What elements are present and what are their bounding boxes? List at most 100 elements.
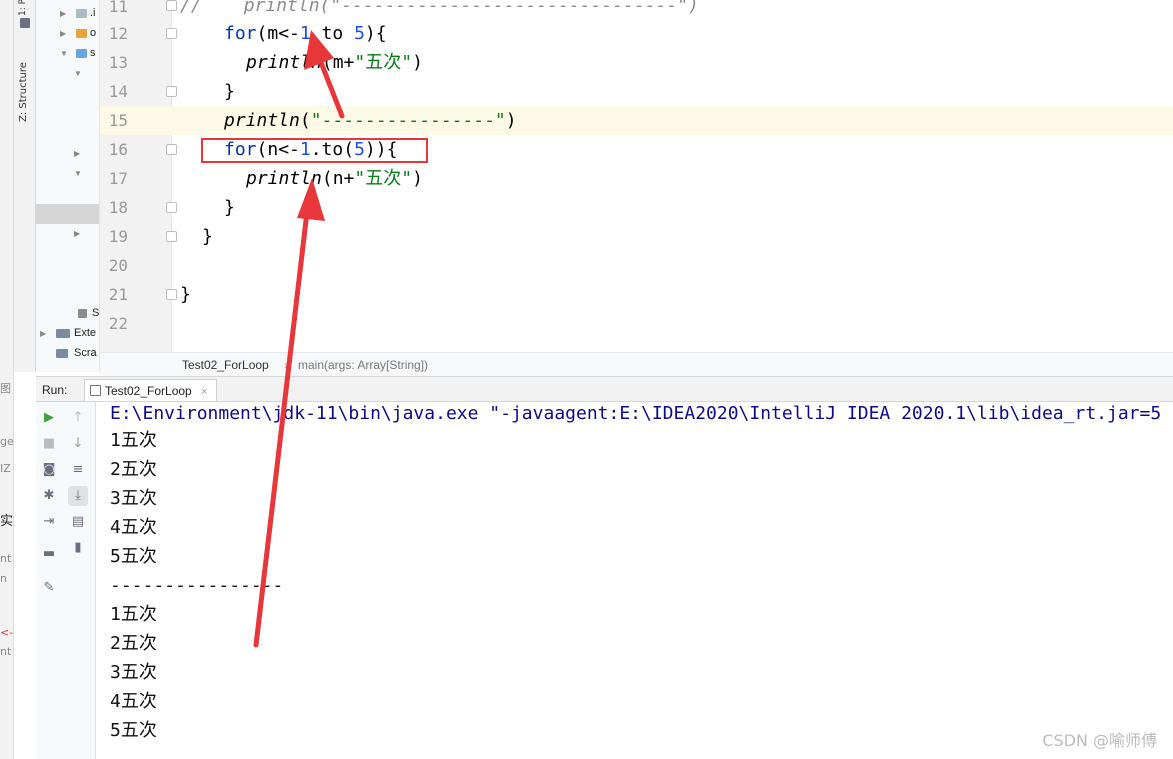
- exit-icon[interactable]: ⇥: [39, 512, 59, 532]
- tree-node-label: S: [92, 307, 100, 319]
- folder-icon: [76, 9, 87, 18]
- code-line: println(n+"五次"): [246, 168, 423, 189]
- scroll-up-icon[interactable]: ↑: [68, 408, 88, 428]
- console-line: 4五次: [110, 517, 157, 538]
- console-line: 2五次: [110, 459, 157, 480]
- ide-screenshot: 图 ge IZ 实 nt n <- nt 1: P Z: Structure ▶…: [0, 0, 1173, 759]
- expand-arrow-icon[interactable]: ▶: [74, 149, 80, 158]
- pin-icon[interactable]: ✎: [39, 578, 59, 598]
- expand-arrow-icon[interactable]: ▶: [60, 29, 66, 38]
- folder-icon: [76, 49, 87, 58]
- stop-icon[interactable]: ■: [39, 434, 59, 454]
- run-tab[interactable]: Test02_ForLoop ×: [84, 379, 217, 401]
- breadcrumb-separator: ›: [284, 358, 288, 372]
- console-line: 3五次: [110, 662, 157, 683]
- fold-marker-icon[interactable]: [166, 231, 177, 242]
- fold-marker-icon[interactable]: [166, 0, 177, 11]
- run-label: Run:: [42, 383, 68, 397]
- console-line: 1五次: [110, 604, 157, 625]
- collapse-arrow-icon[interactable]: ▼: [74, 169, 82, 178]
- tree-node-selected[interactable]: [36, 204, 99, 224]
- console-line: ----------------: [110, 575, 284, 596]
- camera-icon[interactable]: ◙: [39, 460, 59, 480]
- line-number: 18: [108, 198, 128, 217]
- line-number: 22: [108, 314, 128, 333]
- code-line: }: [224, 81, 235, 102]
- tree-node[interactable]: S: [36, 304, 100, 324]
- fold-marker-icon[interactable]: [166, 86, 177, 97]
- code-line: println("----------------"): [224, 110, 517, 131]
- tree-node[interactable]: ▶ .i: [36, 4, 99, 24]
- layout-icon[interactable]: ▬: [39, 544, 59, 564]
- line-number: 19: [108, 227, 128, 246]
- project-tool-tab[interactable]: 1: P: [18, 0, 32, 16]
- breadcrumb-object[interactable]: Test02_ForLoop: [182, 358, 269, 372]
- tree-node-label: Exte: [74, 327, 97, 339]
- bg-fragment: IZ: [0, 462, 11, 475]
- collapse-arrow-icon[interactable]: ▼: [60, 49, 68, 58]
- tree-node[interactable]: ▶: [36, 144, 99, 164]
- close-icon[interactable]: ×: [201, 386, 207, 398]
- line-number: 11: [108, 0, 128, 16]
- run-panel-header: Run: Test02_ForLoop ×: [36, 376, 1173, 402]
- console-line: 3五次: [110, 488, 157, 509]
- tree-node[interactable]: ▼ s: [36, 44, 99, 64]
- console-output[interactable]: E:\Environment\jdk-11\bin\java.exe "-jav…: [96, 402, 1173, 759]
- code-line: //println("-----------------------------…: [180, 0, 699, 16]
- line-number: 12: [108, 24, 128, 43]
- folder-icon: [76, 29, 87, 38]
- print-icon[interactable]: ▤: [68, 512, 88, 532]
- rerun-icon[interactable]: ▶: [39, 408, 59, 428]
- soft-wrap-icon[interactable]: ≡: [68, 460, 88, 480]
- console-line: 5五次: [110, 546, 157, 567]
- file-icon: [78, 309, 87, 318]
- run-tab-label: Test02_ForLoop: [105, 384, 192, 398]
- tree-node[interactable]: Scra: [36, 344, 99, 364]
- debug-icon[interactable]: ✱: [39, 486, 59, 506]
- code-line: println(m+"五次"): [246, 52, 423, 73]
- run-config-icon: [90, 385, 101, 396]
- tree-node[interactable]: ▼: [36, 64, 99, 84]
- project-tree-panel: ▶ .i ▶ o ▼ s ▼ ▶ ▼ ▶ S ▶ Exte Scra: [36, 0, 100, 372]
- breadcrumb-method[interactable]: main(args: Array[String]): [298, 358, 428, 372]
- bg-fragment: ge: [0, 435, 14, 448]
- line-number: 20: [108, 256, 128, 275]
- expand-arrow-icon[interactable]: ▶: [74, 229, 80, 238]
- trash-icon[interactable]: ▮: [68, 538, 88, 558]
- expand-arrow-icon[interactable]: ▶: [40, 329, 46, 338]
- fold-marker-icon[interactable]: [166, 202, 177, 213]
- line-number: 21: [108, 285, 128, 304]
- fold-marker-icon[interactable]: [166, 289, 177, 300]
- console-line: 1五次: [110, 430, 157, 451]
- scroll-down-icon[interactable]: ↓: [68, 434, 88, 454]
- tree-node[interactable]: ▼: [36, 164, 99, 184]
- tool-window-strip: 1: P Z: Structure: [14, 0, 36, 372]
- tree-node-label: s: [90, 47, 96, 59]
- scroll-to-end-icon[interactable]: ⤓: [68, 486, 88, 506]
- console-line: 5五次: [110, 720, 157, 741]
- tree-node[interactable]: ▶: [36, 224, 99, 244]
- expand-arrow-icon[interactable]: ▶: [60, 9, 66, 18]
- annotation-highlight-box: [201, 138, 428, 163]
- run-toolbar: ▶ ■ ◙ ✱ ⇥ ▬ ✎ ↑ ↓ ≡ ⤓ ▤ ▮: [36, 402, 96, 759]
- tree-node[interactable]: ▶ o: [36, 24, 99, 44]
- libraries-icon: [56, 329, 70, 338]
- scratches-icon: [56, 349, 68, 358]
- collapse-arrow-icon[interactable]: ▼: [74, 69, 82, 78]
- background-page-slice: 图 ge IZ 实 nt n <- nt: [0, 0, 14, 759]
- structure-tool-tab[interactable]: Z: Structure: [18, 52, 32, 122]
- fold-marker-icon[interactable]: [166, 144, 177, 155]
- code-line: }: [180, 284, 191, 305]
- line-number: 15: [108, 111, 128, 130]
- code-editor[interactable]: 11 12 13 14 15 16 17 18 19 20 21 22 //pr…: [100, 0, 1173, 352]
- tree-node[interactable]: ▶ Exte: [36, 324, 99, 344]
- bg-fragment: <-: [0, 626, 14, 639]
- bg-fragment: nt: [0, 552, 12, 565]
- console-command-line: E:\Environment\jdk-11\bin\java.exe "-jav…: [110, 403, 1162, 424]
- fold-marker-icon[interactable]: [166, 28, 177, 39]
- console-line: 4五次: [110, 691, 157, 712]
- code-line: for(m<-1 to 5){: [224, 23, 387, 44]
- project-icon[interactable]: [20, 18, 30, 28]
- tree-node-label: o: [90, 27, 97, 39]
- code-line: }: [224, 197, 235, 218]
